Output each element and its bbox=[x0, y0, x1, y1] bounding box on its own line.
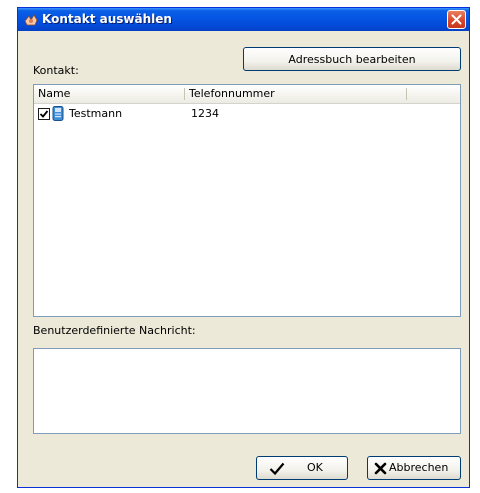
close-button[interactable] bbox=[447, 10, 466, 29]
list-header: Name Telefonnummer bbox=[34, 85, 460, 104]
app-icon bbox=[23, 12, 39, 28]
cross-icon bbox=[374, 462, 387, 478]
cancel-button[interactable]: Abbrechen bbox=[367, 456, 461, 480]
contact-name: Testmann bbox=[69, 107, 123, 120]
column-separator[interactable] bbox=[406, 88, 407, 100]
column-separator[interactable] bbox=[184, 88, 185, 100]
column-header-name[interactable]: Name bbox=[38, 87, 70, 100]
cancel-label: Abbrechen bbox=[389, 461, 449, 474]
title-bar[interactable]: Kontakt auswählen bbox=[18, 8, 469, 31]
ok-label: OK bbox=[307, 461, 323, 474]
column-header-phone[interactable]: Telefonnummer bbox=[189, 87, 275, 100]
window-title: Kontakt auswählen bbox=[42, 12, 172, 26]
contact-dialog: Kontakt auswählen Kontakt: Adressbuch be… bbox=[17, 7, 470, 488]
custom-message-field[interactable] bbox=[33, 348, 461, 434]
message-label: Benutzerdefinierte Nachricht: bbox=[33, 324, 196, 337]
phone-icon bbox=[52, 106, 64, 124]
table-row[interactable]: Testmann 1234 bbox=[36, 106, 456, 123]
ok-button[interactable]: OK bbox=[256, 456, 348, 480]
checkmark-icon bbox=[269, 462, 285, 479]
edit-addressbook-button[interactable]: Adressbuch bearbeiten bbox=[243, 47, 461, 71]
contact-checkbox[interactable] bbox=[38, 108, 50, 123]
contact-list[interactable]: Name Telefonnummer Testmann 1234 bbox=[33, 84, 461, 317]
contact-label: Kontakt: bbox=[33, 64, 79, 77]
contact-phone: 1234 bbox=[191, 107, 219, 120]
close-icon bbox=[451, 14, 462, 25]
